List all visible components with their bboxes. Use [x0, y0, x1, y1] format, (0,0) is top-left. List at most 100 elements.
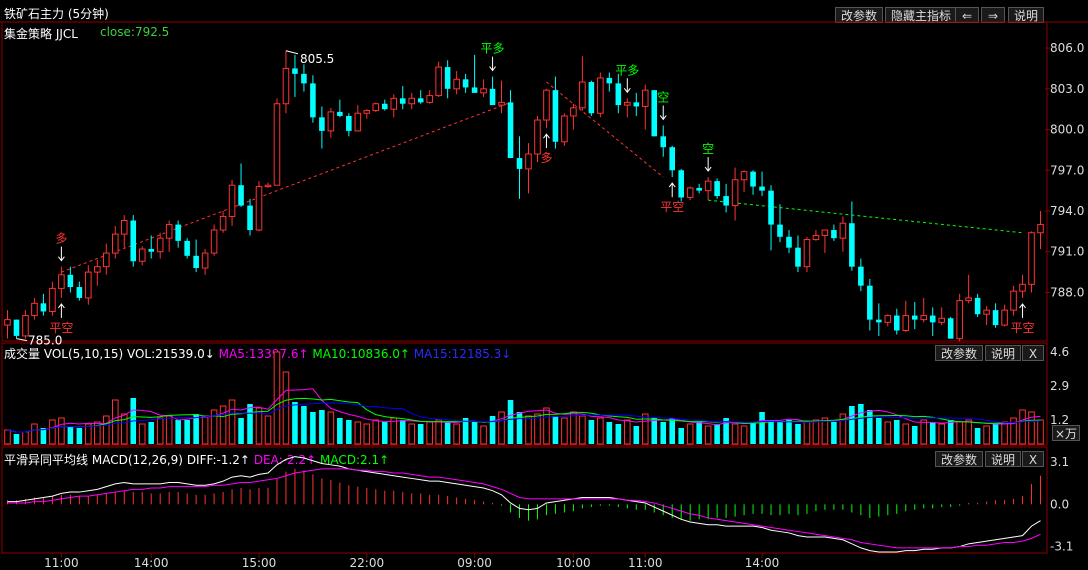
volume-bar: [85, 423, 92, 445]
candle-body: [210, 229, 218, 254]
volume-bar: [327, 411, 335, 445]
signal-arrow-up-icon: [1019, 303, 1026, 318]
volume-bar: [786, 420, 792, 444]
volume-bar: [768, 420, 774, 444]
volume-bar: [22, 431, 29, 445]
candle-body: [1028, 232, 1035, 285]
x-tick-label: 11:00: [628, 556, 663, 570]
candle-body: [723, 196, 729, 206]
volume-bar: [902, 423, 910, 445]
candle-body: [346, 115, 352, 131]
candle-body: [579, 81, 586, 109]
volume-bar: [606, 422, 613, 444]
candle-body: [363, 110, 371, 114]
y-tick-label: 791.0: [1050, 245, 1084, 259]
macd-dea-line: [7, 468, 1041, 549]
x-tick-label: 09:00: [457, 556, 492, 570]
volume-bar: [426, 421, 433, 445]
candle-body: [264, 184, 272, 188]
candle-body: [867, 285, 873, 320]
signal-label: 平多: [615, 63, 639, 77]
candle-body: [678, 170, 684, 198]
candle-body: [812, 234, 820, 241]
candle-body: [4, 319, 11, 326]
candle-body: [292, 68, 298, 74]
x-tick-label: 14:00: [134, 556, 169, 570]
candle-body: [974, 297, 981, 315]
volume-bar: [615, 424, 622, 444]
volume-bar: [31, 423, 38, 445]
volume-bar: [740, 425, 748, 445]
volume-bar: [58, 417, 65, 445]
volume-bar: [929, 422, 936, 444]
candle-body: [156, 237, 164, 253]
candle-body: [58, 274, 65, 289]
candle-body: [372, 103, 380, 112]
volume-bar: [319, 410, 325, 444]
candle-body: [884, 315, 892, 323]
signal-arrow-up-icon: [543, 133, 550, 149]
candle-body: [507, 102, 514, 159]
volume-bar: [678, 428, 684, 444]
volume-bar: [453, 423, 460, 445]
candle-body: [76, 287, 83, 298]
candle-body: [130, 220, 137, 262]
candle-body: [992, 310, 999, 326]
volume-bar: [777, 422, 783, 444]
candle-body: [435, 66, 442, 97]
volume-bar: [867, 410, 873, 444]
candle-body: [704, 180, 712, 192]
signal-arrow-down-icon: [489, 56, 496, 72]
volume-bar: [337, 418, 343, 444]
volume-bar: [228, 399, 236, 445]
candle-body: [947, 318, 954, 339]
candle-body: [444, 67, 451, 89]
candle-body: [615, 83, 622, 106]
volume-bar: [40, 428, 47, 444]
candle-body: [103, 252, 110, 268]
candle-body: [831, 230, 837, 239]
candle-body: [552, 90, 559, 142]
signal-label: 空: [702, 142, 714, 156]
candle-body: [337, 111, 343, 116]
candle-body: [750, 171, 756, 187]
volume-bar: [399, 420, 406, 444]
signal-label: 平空: [660, 200, 684, 214]
volume-bar: [858, 404, 864, 444]
candle-body: [1001, 309, 1008, 326]
signal-label: 平多: [481, 42, 505, 56]
volume-bar: [282, 371, 290, 445]
volume-bar: [795, 424, 801, 444]
volume-bar: [193, 414, 199, 444]
x-tick-label: 15:00: [242, 556, 277, 570]
volume-y-tick-label: 1.2: [1050, 413, 1069, 427]
trend-line: [61, 101, 511, 273]
x-tick-label: 11:00: [44, 556, 79, 570]
volume-bar: [390, 417, 398, 445]
x-tick-label: 10:00: [556, 556, 591, 570]
volume-bar: [947, 420, 954, 444]
volume-bar: [956, 421, 963, 445]
candle-body: [120, 220, 128, 235]
volume-bar: [731, 423, 739, 445]
volume-bar: [920, 419, 928, 445]
candle-body: [462, 79, 469, 88]
volume-bar: [156, 417, 164, 445]
candle-body: [651, 90, 658, 137]
volume-bar: [893, 420, 900, 444]
volume-bar: [750, 422, 756, 444]
volume-bar: [292, 402, 298, 444]
volume-bar: [579, 415, 586, 445]
volume-bar: [417, 424, 424, 444]
volume-bar: [876, 418, 882, 444]
candle-body: [238, 185, 244, 206]
macd-y-tick-label: 3.1: [1050, 455, 1069, 469]
candle-body: [803, 239, 811, 268]
volume-y-tick-label: 2.9: [1050, 379, 1069, 393]
candle-body: [247, 205, 253, 231]
candle-body: [534, 119, 541, 155]
candle-body: [633, 102, 640, 107]
candle-body: [965, 297, 972, 302]
candle-body: [148, 249, 155, 252]
volume-bar: [435, 419, 442, 445]
